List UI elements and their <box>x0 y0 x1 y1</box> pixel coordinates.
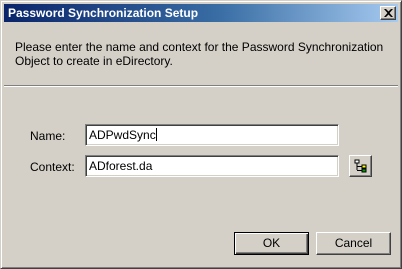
context-label: Context: <box>30 160 75 174</box>
close-icon <box>384 9 393 17</box>
header-panel: Please enter the name and context for th… <box>4 22 398 85</box>
title-bar[interactable]: Password Synchronization Setup <box>4 4 398 22</box>
description-text: Please enter the name and context for th… <box>15 40 384 68</box>
name-label: Name: <box>30 129 66 143</box>
tree-browse-icon <box>354 159 367 173</box>
browse-context-button[interactable] <box>349 155 372 177</box>
name-field[interactable]: ADPwdSync <box>85 124 339 146</box>
window-title: Password Synchronization Setup <box>8 6 199 20</box>
text-caret <box>155 128 157 141</box>
cancel-button[interactable]: Cancel <box>316 232 391 255</box>
context-field[interactable]: ADforest.da <box>85 155 339 177</box>
close-button[interactable] <box>380 6 396 20</box>
dialog-window: Password Synchronization Setup Please en… <box>0 0 402 269</box>
context-field-value: ADforest.da <box>89 159 153 173</box>
ok-button[interactable]: OK <box>234 232 309 255</box>
header-separator <box>4 85 398 87</box>
name-field-value: ADPwdSync <box>89 128 156 142</box>
